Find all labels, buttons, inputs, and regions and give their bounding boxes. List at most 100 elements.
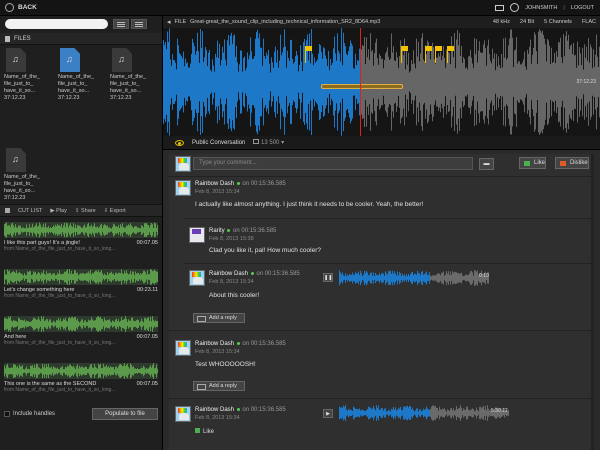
file-name-line: file_just_to_ xyxy=(110,81,140,87)
avatar xyxy=(175,406,191,422)
play-all-button[interactable]: ▶ Play xyxy=(50,208,66,214)
duration-label: 37:12.23 xyxy=(576,79,596,85)
export-button[interactable]: ⇩ Export xyxy=(104,208,126,214)
comment-timecode[interactable]: on 00:15:36.585 xyxy=(242,181,285,187)
like-button[interactable]: Like xyxy=(519,157,547,169)
divider xyxy=(183,218,594,219)
clip-waveform xyxy=(4,222,158,238)
author-name[interactable]: Rarity xyxy=(209,228,225,234)
conversation-bar: Public Conversation 13 500 ▾ xyxy=(163,136,600,150)
pause-button[interactable]: ❚❚ xyxy=(323,273,333,282)
cut-clip[interactable]: Let's change something here 00:23.11 from… xyxy=(4,269,158,299)
clip-waveform[interactable] xyxy=(339,270,489,286)
comment-timecode[interactable]: on 00:15:36.585 xyxy=(256,271,299,277)
cut-clip[interactable]: This one is the same as the SECOND 00:07.… xyxy=(4,363,158,393)
playhead[interactable] xyxy=(360,28,361,136)
conversation-label[interactable]: Public Conversation xyxy=(192,140,245,146)
main-area: ◂ FILE Great-great_the_sound_clip_includ… xyxy=(163,16,600,450)
comment-date: Feb 8, 2013 15:34 xyxy=(195,189,240,195)
comment-author-line: Rainbow Dash on 00:15:36.585 xyxy=(209,271,300,277)
checkbox-box[interactable] xyxy=(4,411,10,417)
divider xyxy=(183,263,594,264)
file-duration: 37:12.23 xyxy=(58,95,80,101)
like-tag[interactable]: Like xyxy=(195,428,214,435)
play-label: Play xyxy=(56,207,67,214)
file-item[interactable]: ♫ Name_of_the_ file_just_to_ have_it_so.… xyxy=(4,148,40,202)
comment-flag-icon[interactable] xyxy=(305,46,312,63)
user-icon[interactable] xyxy=(510,3,520,12)
chevron-left-icon[interactable]: ◂ xyxy=(167,18,171,26)
cut-clip[interactable]: And here 00:07.05 from Name_of_the_file_j… xyxy=(4,316,158,346)
clip-waveform xyxy=(4,363,158,379)
file-name: Great-great_the_sound_clip_including_tec… xyxy=(190,19,381,25)
comment-timecode[interactable]: on 00:15:36.585 xyxy=(233,228,276,234)
comment-text: Clad you like it, pal! How much cooler? xyxy=(209,247,321,254)
comment-flag-icon[interactable] xyxy=(425,46,432,63)
file-name-line: file_just_to_ xyxy=(4,181,34,187)
sidebar-footer: Include handles Populate to file xyxy=(4,408,158,420)
file-name-line: have_it_so... xyxy=(4,88,36,94)
top-right-controls: JOHNSMITH | LOGOUT xyxy=(495,3,594,12)
search-input[interactable] xyxy=(5,19,108,29)
comment-count-value: 13 500 xyxy=(261,140,280,146)
file-item[interactable]: ♫ Name_of_the_ file_just_to_ have_it_so.… xyxy=(110,48,146,102)
send-comment-button[interactable]: ▬ xyxy=(479,158,494,170)
clip-source: from Name_of_the_file_just_to_have_it_so… xyxy=(4,246,116,252)
cutlist-title: CUT LIST xyxy=(18,207,43,214)
populate-button[interactable]: Populate to file xyxy=(92,408,158,420)
file-name-line: have_it_so... xyxy=(4,188,36,194)
username[interactable]: JOHNSMITH xyxy=(525,5,557,11)
cutlist-header: CUT LIST ▶ Play ⇪ Share ⇩ Export xyxy=(0,204,162,217)
like-tag-label: Like xyxy=(203,429,215,435)
back-label: BACK xyxy=(18,4,37,11)
comment-flag-icon[interactable] xyxy=(447,46,454,63)
share-button[interactable]: ⇪ Share xyxy=(75,208,96,214)
comment-timecode[interactable]: on 00:15:36.585 xyxy=(242,407,285,413)
divider xyxy=(169,176,594,177)
author-name[interactable]: Rainbow Dash xyxy=(195,407,234,413)
author-name[interactable]: Rainbow Dash xyxy=(195,341,234,347)
comment-timecode[interactable]: on 00:15:36.585 xyxy=(242,341,285,347)
avatar xyxy=(175,180,191,196)
back-button[interactable]: BACK xyxy=(5,3,37,12)
author-name[interactable]: Rainbow Dash xyxy=(195,181,234,187)
file-name-line: have_it_so... xyxy=(110,88,142,94)
comments-scrollbar[interactable] xyxy=(591,154,594,450)
comment-text: Test WHOOOOOSH! xyxy=(195,361,256,368)
comment-input[interactable]: Type your comment... xyxy=(193,157,473,170)
main-waveform[interactable]: 37:12.23 xyxy=(163,28,600,136)
comment-text: I actually like almost anything. I just … xyxy=(195,201,424,208)
dislike-button[interactable]: Dislike xyxy=(555,157,589,169)
audio-file-icon: ♫ xyxy=(6,48,26,72)
clip-source: from Name_of_the_file_just_to_have_it_so… xyxy=(4,293,116,299)
list-view-button[interactable] xyxy=(113,19,129,29)
avatar xyxy=(175,340,191,356)
file-name-line: Name_of_the_ xyxy=(4,74,41,80)
include-handles-checkbox[interactable]: Include handles xyxy=(4,411,55,417)
add-reply-button[interactable]: Add a reply xyxy=(193,313,245,323)
clip-waveform xyxy=(4,316,158,332)
logout-link[interactable]: LOGOUT xyxy=(571,5,594,11)
comment-flag-icon[interactable] xyxy=(435,46,442,63)
author-name[interactable]: Rainbow Dash xyxy=(209,271,248,277)
file-item[interactable]: ♫ Name_of_the_ file_just_to_ have_it_so.… xyxy=(4,48,40,102)
file-item-selected[interactable]: ♫ Name_of_the_ file_just_to_ have_it_so.… xyxy=(58,48,94,102)
cut-clip[interactable]: I like this part guys! It's a jingle! 00:… xyxy=(4,222,158,252)
top-bar: BACK JOHNSMITH | LOGOUT xyxy=(0,0,600,16)
add-reply-button[interactable]: Add a reply xyxy=(193,381,245,391)
comment-count[interactable]: 13 500 ▾ xyxy=(253,139,284,146)
selection-range[interactable] xyxy=(321,84,403,89)
mail-icon[interactable] xyxy=(495,4,505,11)
comment-flag-icon[interactable] xyxy=(401,46,408,63)
divider xyxy=(169,398,594,399)
scissors-icon xyxy=(5,208,10,213)
file-info-bar: ◂ FILE Great-great_the_sound_clip_includ… xyxy=(163,16,600,28)
comment-author-line: Rainbow Dash on 00:15:36.585 xyxy=(195,181,286,187)
grid-view-button[interactable] xyxy=(131,19,147,29)
clip-waveform[interactable] xyxy=(339,405,509,421)
clip-time: 00:23.11 xyxy=(136,287,158,293)
file-duration: 37:12.23 xyxy=(110,95,132,101)
file-name-line: file_just_to_ xyxy=(4,81,34,87)
play-button[interactable]: ▶ xyxy=(323,409,333,418)
bit-depth: 24 Bit xyxy=(520,19,535,25)
